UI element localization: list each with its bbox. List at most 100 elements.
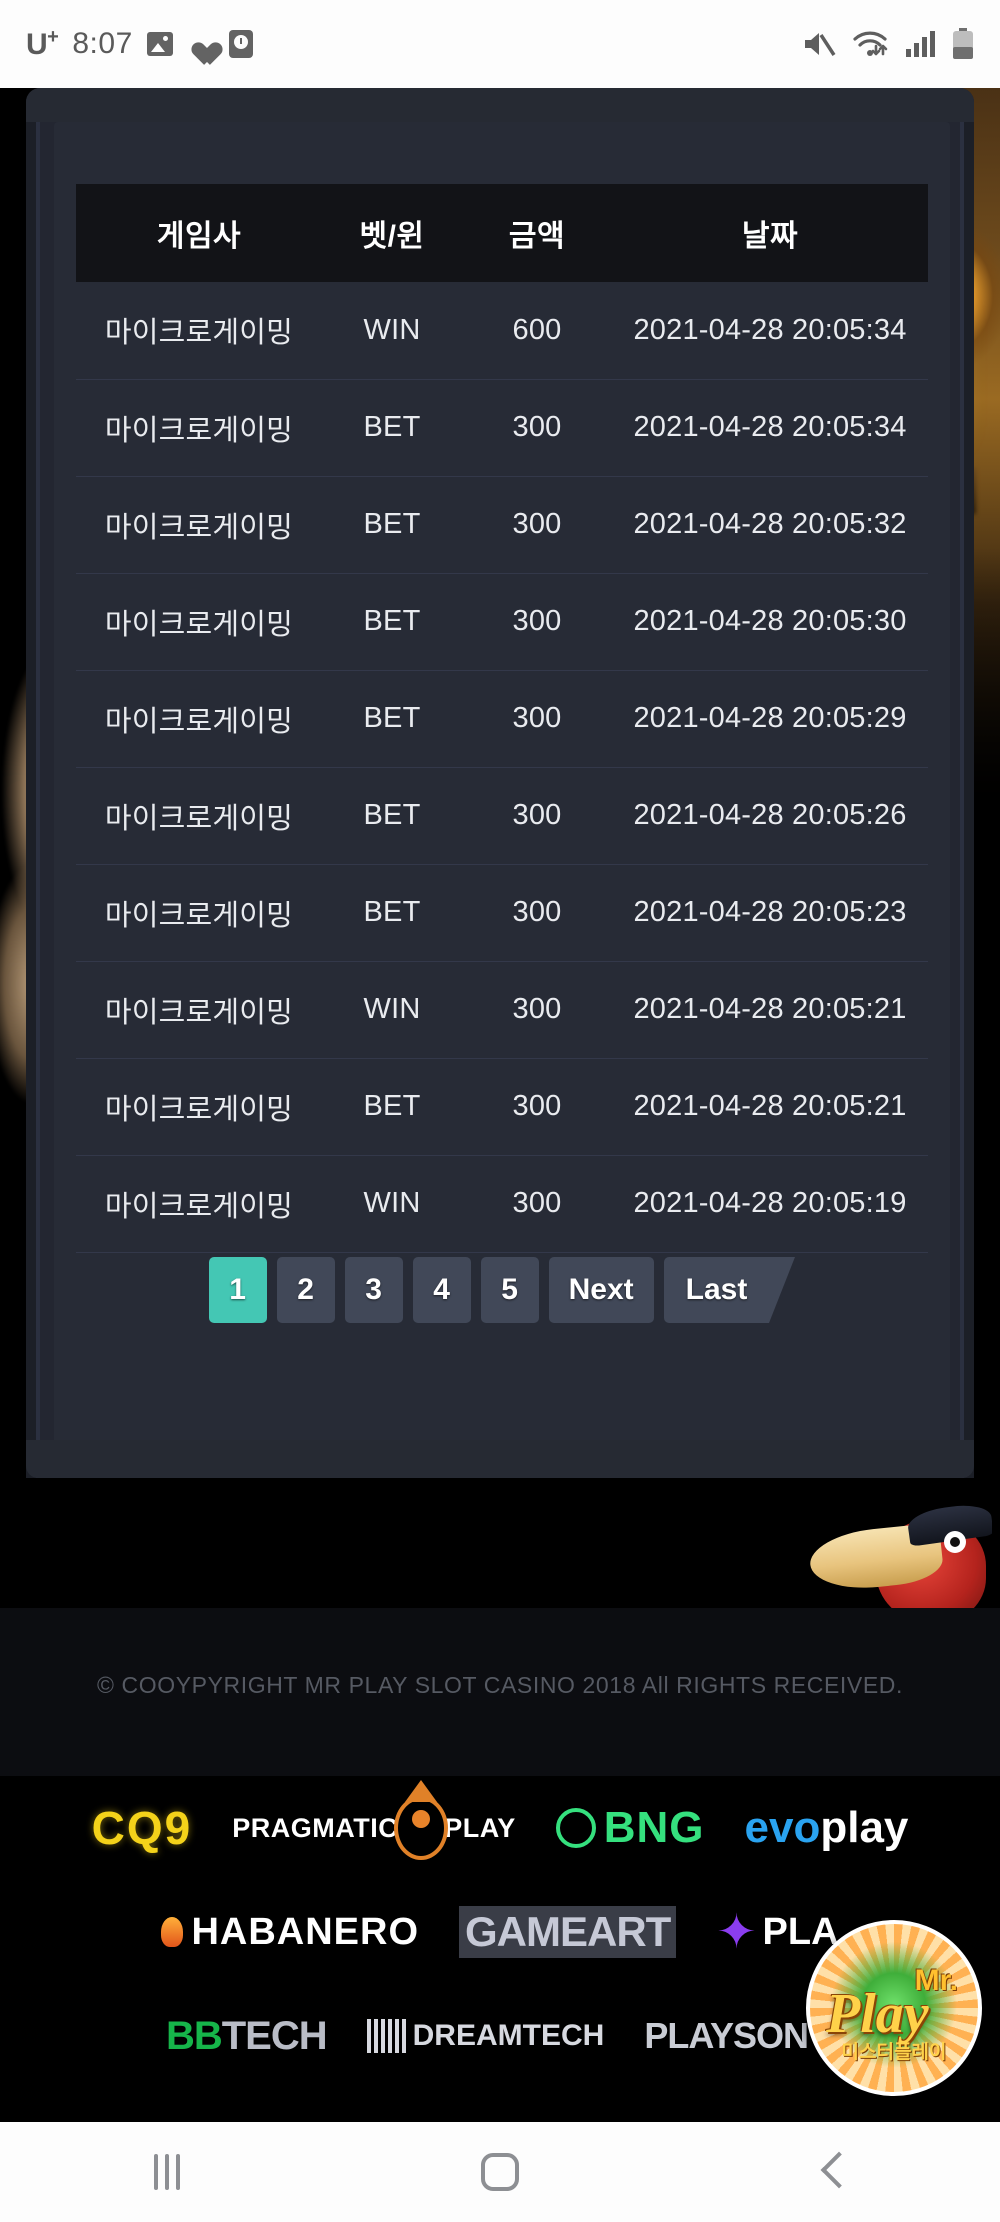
table-row: 마이크로게이밍 BET 300 2021-04-28 20:05:21 [76, 1058, 928, 1156]
logo-playstar[interactable]: ✦ PLA [716, 1904, 838, 1960]
table-row: 마이크로게이밍 BET 300 2021-04-28 20:05:29 [76, 670, 928, 768]
logo-dreamtech-text: DREAMTECH [412, 2019, 605, 2052]
table-row: 마이크로게이밍 BET 300 2021-04-28 20:05:23 [76, 864, 928, 962]
cell-amount: 600 [462, 282, 612, 380]
copyright-text: © COOYPYRIGHT MR PLAY SLOT CASINO 2018 A… [96, 1672, 904, 1698]
cell-bet-win: BET [322, 379, 462, 477]
pagination-last-button[interactable]: Last [663, 1257, 795, 1323]
logo-cq9[interactable]: CQ9 [92, 1801, 193, 1855]
table-row: 마이크로게이밍 BET 300 2021-04-28 20:05:26 [76, 767, 928, 865]
logo-playson-text: PLAYSON [644, 2015, 809, 2056]
logo-play-text: PLAY [444, 1812, 516, 1843]
logo-evoplay[interactable]: evoplay [745, 1803, 909, 1853]
logo-playson[interactable]: PLAYSON [644, 2015, 835, 2057]
logo-bng-text: BNG [603, 1803, 705, 1852]
cell-game-provider: 마이크로게이밍 [76, 767, 322, 865]
cell-bet-win: BET [322, 670, 462, 768]
logo-bb-text: BB [165, 2013, 223, 2058]
table-row: 마이크로게이밍 WIN 300 2021-04-28 20:05:21 [76, 961, 928, 1059]
cell-amount: 300 [462, 573, 612, 671]
badge-korean-text: 미스터플레이 [841, 2042, 947, 2063]
table-row: 마이크로게이밍 BET 300 2021-04-28 20:05:32 [76, 476, 928, 574]
cell-bet-win: WIN [322, 282, 462, 380]
cell-game-provider: 마이크로게이밍 [76, 476, 322, 574]
cell-bet-win: WIN [322, 961, 462, 1059]
table-body: 마이크로게이밍 WIN 600 2021-04-28 20:05:34 마이크로게이밍 B… [76, 282, 928, 1253]
wifi-icon [853, 31, 888, 56]
cell-date: 2021-04-28 20:05:23 [612, 864, 928, 962]
cell-date: 2021-04-28 20:05:29 [612, 670, 928, 768]
cell-date: 2021-04-28 20:05:30 [612, 573, 928, 671]
pragmatic-crown-icon [394, 1796, 449, 1860]
cell-game-provider: 마이크로게이밍 [76, 282, 322, 380]
pagination-page-4[interactable]: 4 [412, 1257, 471, 1323]
cell-amount: 300 [462, 961, 612, 1059]
pagination-page-3[interactable]: 3 [344, 1257, 403, 1323]
cell-date: 2021-04-28 20:05:21 [612, 961, 928, 1059]
history-panel: 게임사 벳/윈 금액 날짜 마이크로게이밍 WIN 600 2021-04-28 20… [54, 122, 950, 1474]
logo-bng[interactable]: BNG [555, 1803, 705, 1853]
pagination-page-1[interactable]: 1 [208, 1257, 267, 1323]
cell-game-provider: 마이크로게이밍 [76, 1155, 322, 1253]
bird-eye [944, 1531, 966, 1553]
dreamtech-bars-icon [366, 2019, 407, 2053]
status-bar-left: U+ 8:07 [26, 26, 253, 62]
habanero-flame-icon [161, 1917, 184, 1947]
provider-logo-row-1: CQ9 PRAGMATIC PLAY BNG evoplay [0, 1776, 1000, 1880]
signal-icon [906, 31, 935, 57]
cell-date: 2021-04-28 20:05:26 [612, 767, 928, 865]
table-row: 마이크로게이밍 WIN 600 2021-04-28 20:05:34 [76, 282, 928, 380]
logo-tech-text: TECH [221, 2013, 328, 2058]
table-header-row: 게임사 벳/윈 금액 날짜 [76, 184, 928, 282]
logo-dreamtech[interactable]: DREAMTECH [366, 2019, 605, 2053]
photo-icon [146, 32, 173, 56]
nav-home-button[interactable] [333, 2153, 666, 2191]
heart-icon [187, 31, 215, 57]
cell-game-provider: 마이크로게이밍 [76, 379, 322, 477]
nav-recents-button[interactable] [0, 2154, 333, 2190]
bet-history-table-wrapper: 게임사 벳/윈 금액 날짜 마이크로게이밍 WIN 600 2021-04-28 20… [76, 184, 928, 1253]
cell-amount: 300 [462, 1155, 612, 1253]
cell-amount: 300 [462, 1058, 612, 1156]
table-row: 마이크로게이밍 WIN 300 2021-04-28 20:05:19 [76, 1155, 928, 1253]
mute-icon [805, 33, 836, 56]
pagination-next-button[interactable]: Next [548, 1257, 654, 1323]
cell-date: 2021-04-28 20:05:32 [612, 476, 928, 574]
table-row: 마이크로게이밍 BET 300 2021-04-28 20:05:34 [76, 379, 928, 477]
logo-habanero-text: HABANERO [191, 1910, 419, 1953]
cell-date: 2021-04-28 20:05:21 [612, 1058, 928, 1156]
android-navigation-bar [0, 2122, 1000, 2222]
logo-bbtech[interactable]: BBTECH [165, 2013, 328, 2059]
cell-game-provider: 마이크로게이밍 [76, 864, 322, 962]
bet-history-table: 게임사 벳/윈 금액 날짜 마이크로게이밍 WIN 600 2021-04-28 20… [76, 184, 928, 1253]
battery-icon [953, 28, 973, 59]
cell-game-provider: 마이크로게이밍 [76, 573, 322, 671]
table-row: 마이크로게이밍 BET 300 2021-04-28 20:05:30 [76, 573, 928, 671]
cell-date: 2021-04-28 20:05:34 [612, 282, 928, 380]
logo-evoplay-suffix: play [820, 1803, 909, 1852]
logo-evo-text: evo [744, 1803, 821, 1852]
cell-bet-win: BET [322, 1058, 462, 1156]
pagination-page-2[interactable]: 2 [276, 1257, 335, 1323]
carrier-label: U+ [26, 26, 59, 61]
home-icon [480, 2153, 519, 2191]
cell-game-provider: 마이크로게이밍 [76, 1058, 322, 1156]
nav-back-button[interactable] [667, 2153, 1000, 2191]
cell-date: 2021-04-28 20:05:34 [612, 379, 928, 477]
logo-habanero[interactable]: HABANERO [161, 1911, 419, 1954]
logo-pragmatic-play[interactable]: PRAGMATIC PLAY [232, 1796, 516, 1860]
cell-bet-win: BET [322, 864, 462, 962]
mascot-bird-art [802, 1505, 992, 1623]
alarm-icon [228, 30, 253, 58]
frame-top-bar [26, 88, 974, 122]
playstar-star-icon: ✦ [716, 1906, 757, 1959]
mr-play-floating-badge[interactable]: Mr. Play 미스터플레이 [806, 1920, 982, 2096]
logo-gameart[interactable]: GAMEART [459, 1906, 677, 1958]
cell-bet-win: BET [322, 573, 462, 671]
cell-game-provider: 마이크로게이밍 [76, 670, 322, 768]
pagination-page-5[interactable]: 5 [480, 1257, 539, 1323]
cell-game-provider: 마이크로게이밍 [76, 961, 322, 1059]
pagination[interactable]: 1 2 3 4 5 Next Last [54, 1257, 950, 1323]
status-bar: U+ 8:07 [0, 0, 1000, 88]
frame-bottom-bar [26, 1440, 974, 1478]
